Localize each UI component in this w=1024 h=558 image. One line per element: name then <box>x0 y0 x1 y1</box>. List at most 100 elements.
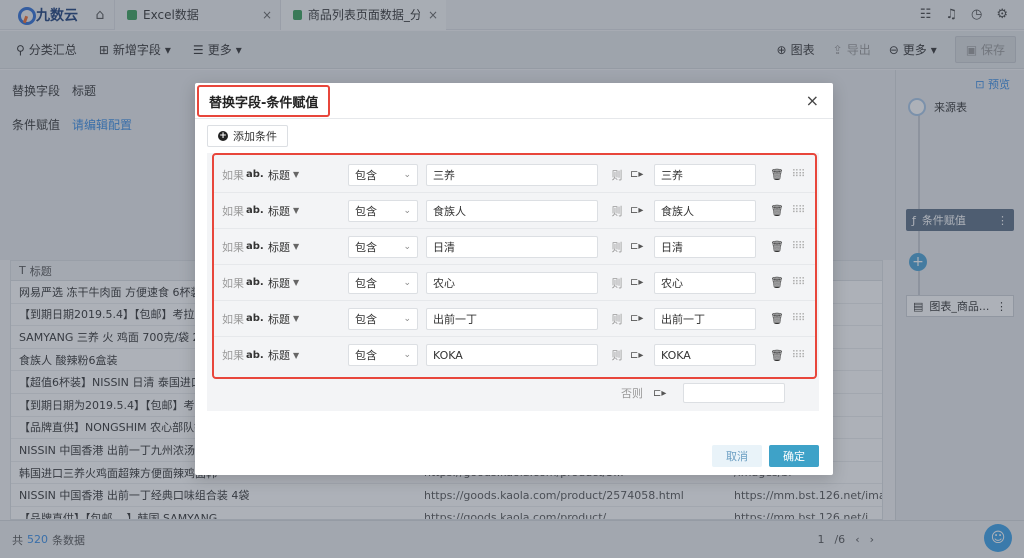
result-value-input[interactable]: 三养 <box>654 163 756 186</box>
condition-row: 如果 ab. 标题 ▼ 包含 ⌄ 三养 则 ⊏▸ 三养 🗑 ⠿⠿ <box>214 157 815 193</box>
if-label: 如果 <box>222 349 244 362</box>
condition-value-input[interactable]: 三养 <box>426 163 598 186</box>
operator-label: 包含 <box>355 276 377 290</box>
condition-value-input[interactable]: 出前一丁 <box>426 307 598 330</box>
delete-icon[interactable]: 🗑 <box>764 204 790 217</box>
operator-label: 包含 <box>355 312 377 326</box>
caret-down-icon: ▼ <box>293 206 300 215</box>
cancel-button[interactable]: 取消 <box>712 445 762 467</box>
if-label: 如果 <box>222 168 244 182</box>
operator-label: 包含 <box>355 168 377 182</box>
field-select[interactable]: 标题 ▼ <box>268 239 348 255</box>
field-select[interactable]: 标题 ▼ <box>268 167 348 183</box>
text-type-icon: ab. <box>246 205 264 216</box>
field-select[interactable]: 标题 ▼ <box>268 311 348 327</box>
operator-select[interactable]: 包含 ⌄ <box>348 235 418 258</box>
condition-value-input[interactable]: KOKA <box>426 344 598 366</box>
condition-value-input[interactable]: 农心 <box>426 271 598 294</box>
chevron-down-icon: ⌄ <box>403 241 411 252</box>
delete-icon[interactable]: 🗑 <box>764 168 790 181</box>
delete-icon[interactable]: 🗑 <box>764 240 790 253</box>
caret-down-icon: ▼ <box>293 350 300 360</box>
value-type-icon[interactable]: ⊏▸ <box>653 388 671 399</box>
delete-icon[interactable]: 🗑 <box>764 312 790 325</box>
then-label: 则 <box>611 204 623 218</box>
field-select[interactable]: 标题 ▼ <box>268 275 348 291</box>
result-value-input[interactable]: KOKA <box>654 344 756 366</box>
condition-row: 如果 ab. 标题 ▼ 包含 ⌄ 出前一丁 则 ⊏▸ 出前一丁 🗑 ⠿⠿ <box>214 301 815 337</box>
caret-down-icon: ▼ <box>293 314 300 323</box>
if-label: 如果 <box>222 204 244 218</box>
delete-icon[interactable]: 🗑 <box>764 349 790 362</box>
field-label: 标题 <box>268 276 290 290</box>
dialog-header: 替换字段-条件赋值 × <box>195 83 833 119</box>
if-label: 如果 <box>222 240 244 254</box>
drag-handle-icon[interactable]: ⠿⠿ <box>790 241 806 252</box>
add-condition-label: 添加条件 <box>233 130 277 143</box>
drag-handle-icon[interactable]: ⠿⠿ <box>790 313 806 324</box>
operator-select[interactable]: 包含 ⌄ <box>348 307 418 330</box>
if-label: 如果 <box>222 276 244 290</box>
then-label: 则 <box>611 276 623 290</box>
operator-label: 包含 <box>355 204 377 218</box>
plus-icon: + <box>218 131 228 141</box>
text-type-icon: ab. <box>246 313 264 324</box>
else-value-input[interactable] <box>683 383 785 403</box>
operator-label: 包含 <box>355 240 377 254</box>
close-icon[interactable]: × <box>806 91 819 110</box>
condition-assign-dialog: 替换字段-条件赋值 × + 添加条件 如果 ab. 标题 ▼ 包含 ⌄ 三养 则 ⊏… <box>195 83 833 475</box>
text-type-icon: ab. <box>246 349 264 361</box>
value-type-icon[interactable]: ⊏▸ <box>630 241 648 252</box>
caret-down-icon: ▼ <box>293 170 300 179</box>
else-row: 否则 ⊏▸ <box>621 383 785 403</box>
condition-row: 如果 ab. 标题 ▼ 包含 ⌄ 日清 则 ⊏▸ 日清 🗑 ⠿⠿ <box>214 229 815 265</box>
value-type-icon[interactable]: ⊏▸ <box>630 169 648 180</box>
field-label: 标题 <box>268 349 290 362</box>
field-select[interactable]: 标题 ▼ <box>268 347 348 363</box>
field-label: 标题 <box>268 240 290 254</box>
then-label: 则 <box>611 240 623 254</box>
caret-down-icon: ▼ <box>293 242 300 251</box>
condition-row: 如果 ab. 标题 ▼ 包含 ⌄ KOKA 则 ⊏▸ KOKA 🗑 ⠿⠿ <box>214 337 815 373</box>
chevron-down-icon: ⌄ <box>403 350 411 360</box>
field-label: 标题 <box>268 204 290 218</box>
result-value-input[interactable]: 农心 <box>654 271 756 294</box>
operator-select[interactable]: 包含 ⌄ <box>348 344 418 366</box>
caret-down-icon: ▼ <box>293 278 300 287</box>
result-value-input[interactable]: 出前一丁 <box>654 307 756 330</box>
operator-select[interactable]: 包含 ⌄ <box>348 199 418 222</box>
drag-handle-icon[interactable]: ⠿⠿ <box>790 350 806 361</box>
field-label: 标题 <box>268 168 290 182</box>
value-type-icon[interactable]: ⊏▸ <box>630 205 648 216</box>
chevron-down-icon: ⌄ <box>403 313 411 324</box>
add-condition-button[interactable]: + 添加条件 <box>207 125 288 147</box>
value-type-icon[interactable]: ⊏▸ <box>630 277 648 288</box>
field-select[interactable]: 标题 ▼ <box>268 203 348 219</box>
result-value-input[interactable]: 食族人 <box>654 199 756 222</box>
value-type-icon[interactable]: ⊏▸ <box>630 350 648 361</box>
condition-row: 如果 ab. 标题 ▼ 包含 ⌄ 农心 则 ⊏▸ 农心 🗑 ⠿⠿ <box>214 265 815 301</box>
operator-select[interactable]: 包含 ⌄ <box>348 163 418 186</box>
drag-handle-icon[interactable]: ⠿⠿ <box>790 277 806 288</box>
dialog-title: 替换字段-条件赋值 <box>197 85 331 117</box>
chevron-down-icon: ⌄ <box>403 169 411 180</box>
condition-value-input[interactable]: 食族人 <box>426 199 598 222</box>
else-label: 否则 <box>621 387 643 400</box>
field-label: 标题 <box>268 312 290 326</box>
text-type-icon: ab. <box>246 241 264 252</box>
condition-value-input[interactable]: 日清 <box>426 235 598 258</box>
chevron-down-icon: ⌄ <box>403 205 411 216</box>
value-type-icon[interactable]: ⊏▸ <box>630 313 648 324</box>
drag-handle-icon[interactable]: ⠿⠿ <box>790 205 806 216</box>
confirm-button[interactable]: 确定 <box>769 445 819 467</box>
then-label: 则 <box>611 349 623 362</box>
drag-handle-icon[interactable]: ⠿⠿ <box>790 169 806 180</box>
delete-icon[interactable]: 🗑 <box>764 276 790 289</box>
operator-select[interactable]: 包含 ⌄ <box>348 271 418 294</box>
then-label: 则 <box>611 312 623 326</box>
then-label: 则 <box>611 168 623 182</box>
result-value-input[interactable]: 日清 <box>654 235 756 258</box>
operator-label: 包含 <box>355 349 377 362</box>
text-type-icon: ab. <box>246 277 264 288</box>
text-type-icon: ab. <box>246 169 264 180</box>
